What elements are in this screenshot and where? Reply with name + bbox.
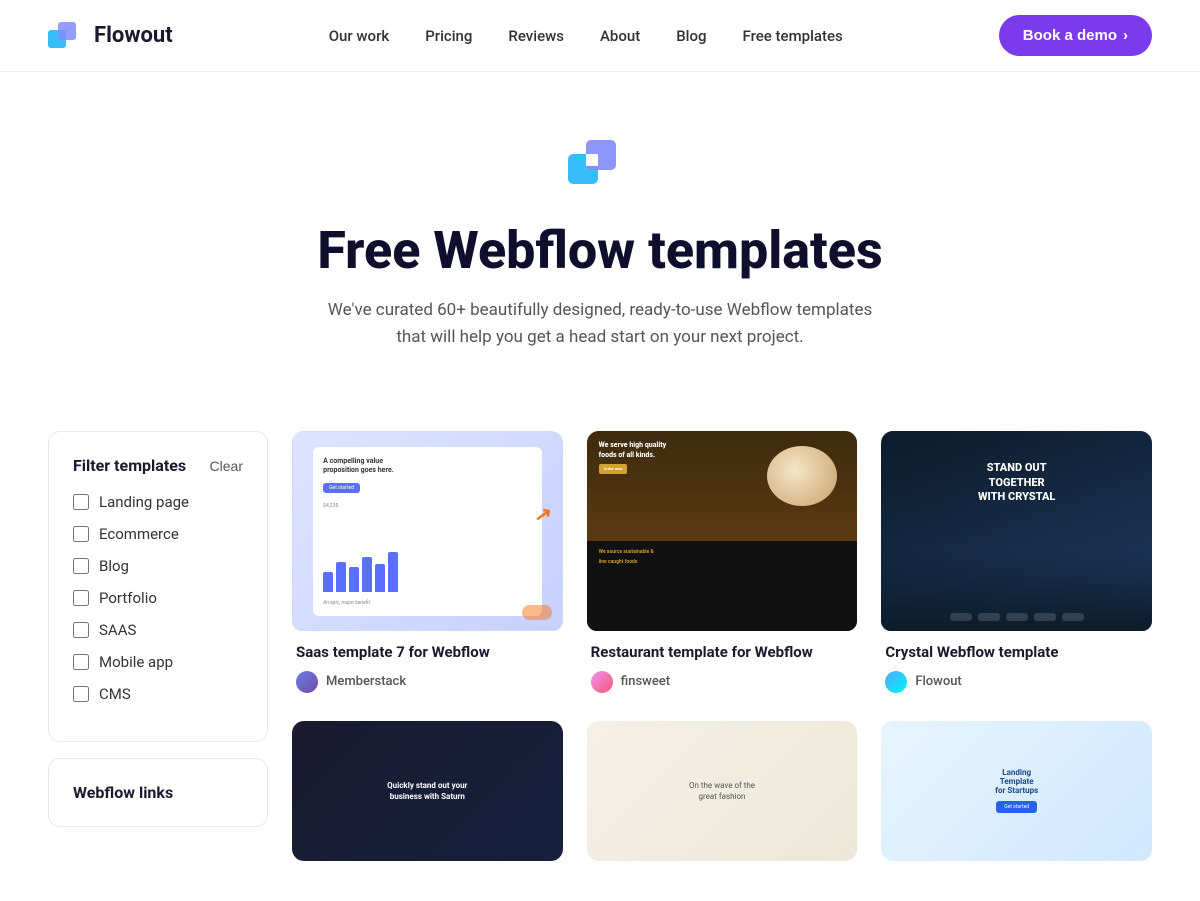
- filter-item-mobile-app: Mobile app: [73, 653, 243, 671]
- nav-item-reviews[interactable]: Reviews: [508, 26, 564, 45]
- navbar: Flowout Our work Pricing Reviews About B…: [0, 0, 1200, 72]
- clear-filters-button[interactable]: Clear: [210, 458, 243, 474]
- filter-checkbox-portfolio[interactable]: [73, 590, 89, 606]
- webflow-links-title: Webflow links: [73, 783, 173, 802]
- filter-checkbox-saas[interactable]: [73, 622, 89, 638]
- filter-checkbox-ecommerce[interactable]: [73, 526, 89, 542]
- template-thumbnail-restaurant: We serve high qualityfoods of all kinds.…: [587, 431, 858, 631]
- filter-header: Filter templates Clear: [73, 456, 243, 475]
- filter-checkbox-blog[interactable]: [73, 558, 89, 574]
- template-title-crystal: Crystal Webflow template: [885, 643, 1148, 663]
- template-card-crystal[interactable]: STAND OUTTOGETHERWITH CRYSTAL Crystal We…: [881, 431, 1152, 697]
- author-avatar-memberstack: [296, 671, 318, 693]
- logo-text: Flowout: [94, 23, 173, 48]
- filter-label-blog[interactable]: Blog: [99, 557, 129, 575]
- hero-title: Free Webflow templates: [20, 220, 1180, 281]
- sidebar: Filter templates Clear Landing page Ecom…: [48, 431, 268, 827]
- template-author-crystal: Flowout: [885, 671, 1148, 693]
- template-thumbnail-fashion: On the wave of thegreat fashion: [587, 721, 858, 861]
- author-name-crystal: Flowout: [915, 674, 961, 689]
- filter-card: Filter templates Clear Landing page Ecom…: [48, 431, 268, 742]
- template-author-restaurant: finsweet: [591, 671, 854, 693]
- filter-item-landing-page: Landing page: [73, 493, 243, 511]
- filter-item-portfolio: Portfolio: [73, 589, 243, 607]
- hero-subtitle: We've curated 60+ beautifully designed, …: [320, 297, 880, 351]
- filter-item-saas: SAAS: [73, 621, 243, 639]
- filter-label-saas[interactable]: SAAS: [99, 621, 136, 639]
- author-avatar-flowout-crystal: [885, 671, 907, 693]
- nav-links: Our work Pricing Reviews About Blog Free…: [329, 26, 843, 45]
- template-author-saas-7: Memberstack: [296, 671, 559, 693]
- template-card-saturn[interactable]: Quickly stand out yourbusiness with Satu…: [292, 721, 563, 861]
- filter-checkbox-mobile-app[interactable]: [73, 654, 89, 670]
- filter-label-mobile-app[interactable]: Mobile app: [99, 653, 173, 671]
- template-card-restaurant[interactable]: We serve high qualityfoods of all kinds.…: [587, 431, 858, 697]
- template-thumbnail-crystal: STAND OUTTOGETHERWITH CRYSTAL: [881, 431, 1152, 631]
- template-title-restaurant: Restaurant template for Webflow: [591, 643, 854, 663]
- template-thumbnail-saturn: Quickly stand out yourbusiness with Satu…: [292, 721, 563, 861]
- main-content: Filter templates Clear Landing page Ecom…: [0, 391, 1200, 901]
- template-info-crystal: Crystal Webflow template Flowout: [881, 631, 1152, 697]
- filter-title: Filter templates: [73, 456, 186, 475]
- author-name-saas-7: Memberstack: [326, 674, 406, 689]
- nav-item-our-work[interactable]: Our work: [329, 26, 389, 45]
- templates-grid: A compelling valueproposition goes here.…: [292, 431, 1152, 861]
- template-info-restaurant: Restaurant template for Webflow finsweet: [587, 631, 858, 697]
- template-info-saas-7: Saas template 7 for Webflow Memberstack: [292, 631, 563, 697]
- filter-checkbox-cms[interactable]: [73, 686, 89, 702]
- nav-item-about[interactable]: About: [600, 26, 640, 45]
- template-thumbnail-saas-7: A compelling valueproposition goes here.…: [292, 431, 563, 631]
- template-thumbnail-startup: LandingTemplatefor Startups Get started: [881, 721, 1152, 861]
- nav-item-blog[interactable]: Blog: [676, 26, 706, 45]
- filter-label-ecommerce[interactable]: Ecommerce: [99, 525, 179, 543]
- filter-label-cms[interactable]: CMS: [99, 685, 131, 703]
- arrow-icon: ›: [1123, 27, 1128, 44]
- hero-logo-icon: [568, 132, 632, 196]
- logo[interactable]: Flowout: [48, 18, 173, 54]
- filter-item-blog: Blog: [73, 557, 243, 575]
- template-card-startup[interactable]: LandingTemplatefor Startups Get started: [881, 721, 1152, 861]
- filter-label-landing-page[interactable]: Landing page: [99, 493, 189, 511]
- filter-label-portfolio[interactable]: Portfolio: [99, 589, 157, 607]
- template-title-saas-7: Saas template 7 for Webflow: [296, 643, 559, 663]
- author-name-restaurant: finsweet: [621, 674, 670, 689]
- filter-item-ecommerce: Ecommerce: [73, 525, 243, 543]
- template-card-fashion[interactable]: On the wave of thegreat fashion: [587, 721, 858, 861]
- crystal-headline: STAND OUTTOGETHERWITH CRYSTAL: [978, 461, 1055, 504]
- template-card-saas-7[interactable]: A compelling valueproposition goes here.…: [292, 431, 563, 697]
- author-avatar-finsweet: [591, 671, 613, 693]
- webflow-links-card: Webflow links: [48, 758, 268, 827]
- flowout-logo-icon: [48, 18, 84, 54]
- hero-section: Free Webflow templates We've curated 60+…: [0, 72, 1200, 391]
- nav-item-free-templates[interactable]: Free templates: [743, 26, 843, 45]
- nav-item-pricing[interactable]: Pricing: [425, 26, 472, 45]
- book-demo-button[interactable]: Book a demo ›: [999, 15, 1152, 56]
- filter-item-cms: CMS: [73, 685, 243, 703]
- filter-checkbox-landing-page[interactable]: [73, 494, 89, 510]
